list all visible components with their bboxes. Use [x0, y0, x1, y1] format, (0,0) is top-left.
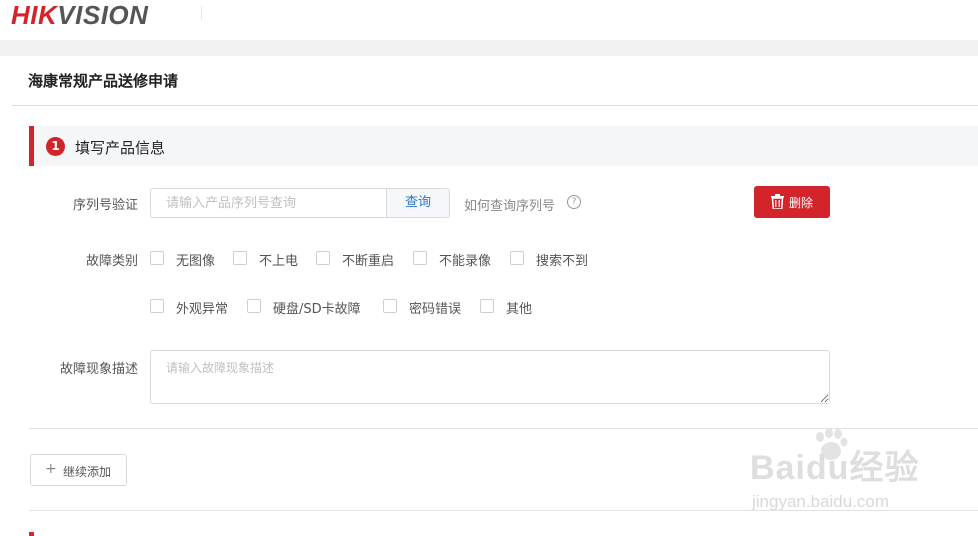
- fault-checkbox[interactable]: [316, 251, 330, 265]
- fault-checkbox[interactable]: [150, 251, 164, 265]
- header-gray-strip: [0, 40, 978, 56]
- header-divider: [201, 6, 202, 20]
- help-icon[interactable]: ?: [567, 195, 581, 209]
- logo-text-vision: VISION: [57, 0, 149, 30]
- fault-type-label: 故障类别: [85, 254, 138, 269]
- trash-icon: [771, 194, 784, 209]
- description-label: 故障现象描述: [59, 362, 138, 377]
- fault-option-label[interactable]: 密码错误: [409, 298, 461, 317]
- fault-option-label[interactable]: 其他: [506, 298, 532, 317]
- fault-checkbox[interactable]: [413, 251, 427, 265]
- fault-option-label[interactable]: 不上电: [259, 250, 298, 269]
- fault-option-label[interactable]: 外观异常: [176, 298, 228, 317]
- fault-checkbox[interactable]: [480, 299, 494, 313]
- page-title: 海康常规产品送修申请: [28, 72, 179, 90]
- serial-label: 序列号验证: [72, 198, 138, 213]
- add-more-label: 继续添加: [63, 465, 112, 479]
- fault-option-label[interactable]: 不能录像: [439, 250, 491, 269]
- fault-checkbox[interactable]: [150, 299, 164, 313]
- hikvision-logo[interactable]: HIKVISION: [11, 0, 148, 30]
- watermark-title: Baidu经验: [750, 449, 920, 487]
- fault-checkbox[interactable]: [510, 251, 524, 265]
- delete-label: 删除: [789, 196, 814, 210]
- section-accent-bar: [29, 126, 34, 166]
- next-section-accent-bar: [29, 532, 34, 536]
- fault-checkbox[interactable]: [383, 299, 397, 313]
- step-number-badge: 1: [46, 137, 65, 156]
- section-title: 填写产品信息: [75, 139, 166, 157]
- serial-number-input[interactable]: [150, 188, 386, 218]
- plus-icon: +: [45, 461, 57, 477]
- section-header: 1 填写产品信息: [29, 126, 978, 166]
- add-more-button[interactable]: + 继续添加: [30, 454, 127, 486]
- title-divider: [12, 105, 978, 106]
- logo-text-hik: HIK: [11, 0, 58, 30]
- fault-checkbox[interactable]: [233, 251, 247, 265]
- delete-button[interactable]: 删除: [754, 186, 830, 218]
- fault-option-label[interactable]: 硬盘/SD卡故障: [273, 298, 361, 317]
- fault-option-label[interactable]: 不断重启: [342, 250, 394, 269]
- fault-description-textarea[interactable]: [150, 350, 830, 404]
- query-button[interactable]: 查询: [386, 188, 450, 218]
- fault-checkbox[interactable]: [247, 299, 261, 313]
- fault-option-label[interactable]: 无图像: [176, 250, 215, 269]
- watermark-url: jingyan.baidu.com: [752, 492, 890, 511]
- fault-option-label[interactable]: 搜索不到: [536, 250, 588, 269]
- how-to-find-serial-link[interactable]: 如何查询序列号: [464, 195, 555, 214]
- top-header: HIKVISION: [0, 0, 978, 40]
